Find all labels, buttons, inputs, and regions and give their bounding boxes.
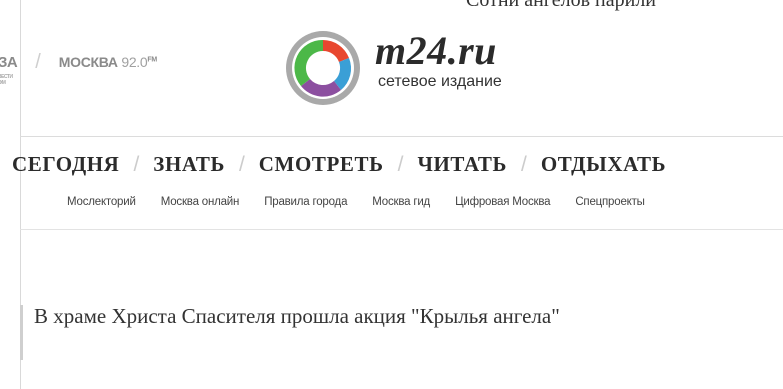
brand[interactable]: m24.ru сетевое издание — [375, 29, 502, 91]
nav-item-segodnya[interactable]: СЕГОДНЯ — [12, 152, 119, 177]
nav-separator: / — [397, 152, 404, 176]
radio-link-moskva[interactable]: МОСКВА 92.0FM — [59, 54, 157, 70]
logo-center — [308, 53, 338, 83]
nav-item-smotret[interactable]: СМОТРЕТЬ — [259, 152, 384, 177]
sub-nav: Мослекторий Москва онлайн Правила города… — [67, 196, 670, 208]
nav-separator: / — [238, 152, 245, 176]
sub-nav-item-moskva-gid[interactable]: Москва гид — [372, 196, 430, 208]
radio-separator: / — [35, 50, 41, 73]
nav-item-znat[interactable]: ЗНАТЬ — [153, 152, 225, 177]
radio-link-moskva-label: МОСКВА — [58, 54, 118, 70]
brand-subtitle: сетевое издание — [378, 73, 502, 90]
sub-nav-item-pravila-goroda[interactable]: Правила города — [264, 196, 347, 208]
nav-separator: / — [133, 152, 140, 176]
header-divider — [20, 136, 783, 137]
sub-nav-item-specproekty[interactable]: Спецпроекты — [575, 196, 645, 208]
radio-link-first-label: ЗА — [0, 53, 18, 71]
article-title[interactable]: В храме Христа Спасителя прошла акция "К… — [34, 305, 654, 327]
sub-nav-item-moslektoriy[interactable]: Мослекторий — [67, 196, 136, 208]
main-nav: СЕГОДНЯ / ЗНАТЬ / СМОТРЕТЬ / ЧИТАТЬ / ОТ… — [12, 152, 666, 177]
radio-link-moskva-freq: 92.0 — [121, 54, 148, 70]
sub-nav-item-tsifrovaya-moskva[interactable]: Цифровая Москва — [455, 196, 550, 208]
radio-link-first-sub: ВЕСТИ ФМ — [0, 73, 13, 86]
nav-divider — [20, 229, 783, 230]
article-accent-bar — [20, 305, 23, 360]
site-header: ЗА ВЕСТИ ФМ / МОСКВА 92.0FM m24.ru сетев… — [0, 0, 783, 136]
nav-item-chitat[interactable]: ЧИТАТЬ — [417, 152, 507, 177]
m24-logo-icon[interactable] — [283, 28, 363, 108]
brand-name: m24.ru — [375, 28, 497, 73]
nav-separator: / — [521, 152, 527, 176]
sub-nav-item-moskva-online[interactable]: Москва онлайн — [161, 196, 240, 208]
radio-link-first[interactable]: ЗА ВЕСТИ ФМ — [0, 53, 18, 86]
nav-item-otdykhat[interactable]: ОТДЫХАТЬ — [541, 152, 666, 177]
radio-link-moskva-fm: FM — [147, 56, 157, 64]
radio-links: ЗА ВЕСТИ ФМ / МОСКВА 92.0FM — [0, 50, 157, 86]
